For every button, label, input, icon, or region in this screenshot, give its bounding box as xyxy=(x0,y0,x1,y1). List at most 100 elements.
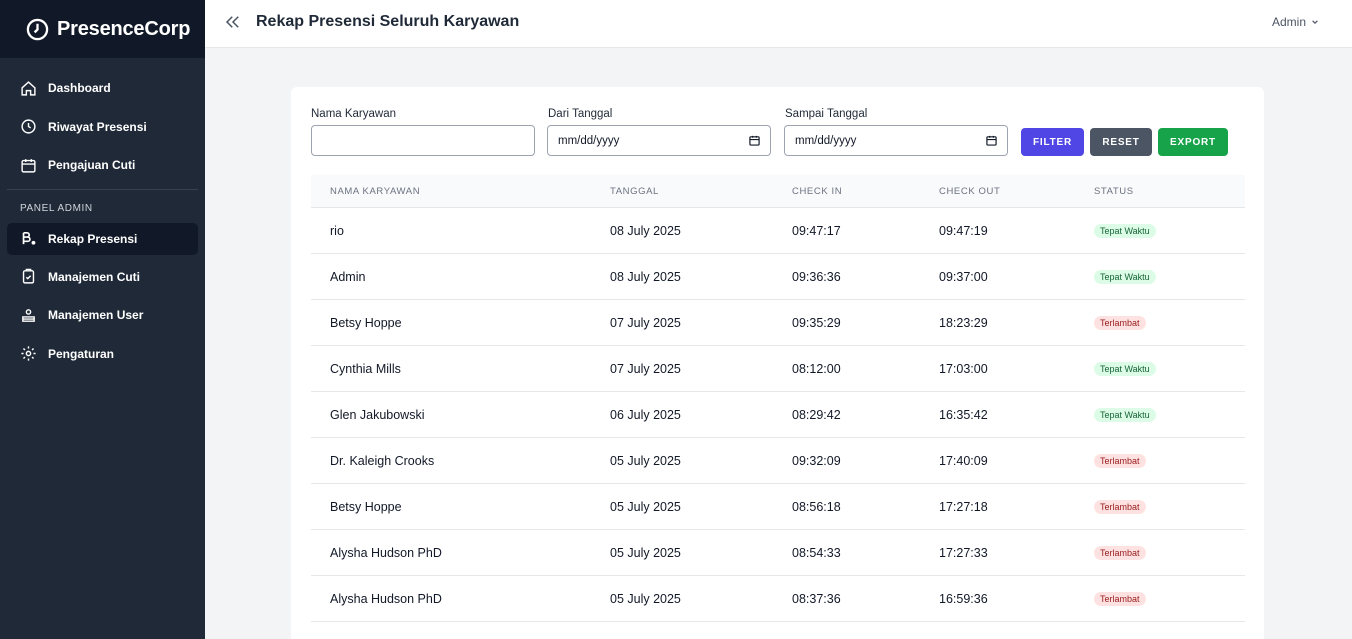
calendar-picker-icon[interactable] xyxy=(749,135,760,146)
topbar: Rekap Presensi Seluruh Karyawan Admin xyxy=(205,0,1352,48)
sidebar-section-label: PANEL ADMIN xyxy=(20,202,93,214)
column-header-check-in: CHECK IN xyxy=(792,185,843,197)
rekap-card: Nama Karyawan Dari Tanggal mm/dd/yyyy Sa… xyxy=(291,87,1264,639)
table-body: rio 08 July 2025 09:47:17 09:47:19 Tepat Wak… xyxy=(311,208,1245,622)
sidebar-item-pengajuan-cuti[interactable]: Pengajuan Cuti xyxy=(0,146,205,185)
name-filter-input[interactable] xyxy=(311,125,535,156)
cell-date: 08 July 2025 xyxy=(610,223,681,238)
cell-name: Admin xyxy=(330,269,366,284)
status-badge: Terlambat xyxy=(1094,453,1146,468)
export-button[interactable]: EXPORT xyxy=(1158,128,1228,156)
page-title: Rekap Presensi Seluruh Karyawan xyxy=(256,13,520,30)
sidebar-item-riwayat-presensi[interactable]: Riwayat Presensi xyxy=(0,108,205,147)
cell-check-out: 16:35:42 xyxy=(939,407,988,422)
sidebar-item-label: Rekap Presensi xyxy=(48,231,138,246)
cell-check-in: 08:54:33 xyxy=(792,545,841,560)
cell-check-in: 08:12:00 xyxy=(792,361,841,376)
calendar-icon xyxy=(21,158,36,173)
cell-name: Betsy Hoppe xyxy=(330,315,402,330)
status-badge: Tepat Waktu xyxy=(1094,269,1156,284)
chevron-down-icon xyxy=(1312,20,1318,25)
column-header-status: STATUS xyxy=(1094,185,1134,197)
brand[interactable]: PresenceCorp xyxy=(0,0,205,58)
cell-date: 05 July 2025 xyxy=(610,591,681,606)
to-date-input[interactable]: mm/dd/yyyy xyxy=(784,125,1008,156)
table-row: rio 08 July 2025 09:47:17 09:47:19 Tepat Wak… xyxy=(311,208,1245,254)
status-badge: Tepat Waktu xyxy=(1094,223,1156,238)
cell-check-out: 09:47:19 xyxy=(939,223,988,238)
status-badge: Terlambat xyxy=(1094,591,1146,606)
cell-name: Cynthia Mills xyxy=(330,361,401,376)
sidebar-item-label: Manajemen User xyxy=(48,308,144,323)
table-row: Alysha Hudson PhD 05 July 2025 08:54:33 17:… xyxy=(311,530,1245,576)
from-date-input[interactable]: mm/dd/yyyy xyxy=(547,125,771,156)
table-row: Betsy Hoppe 05 July 2025 08:56:18 17:27:18 T… xyxy=(311,484,1245,530)
cell-date: 05 July 2025 xyxy=(610,545,681,560)
sidebar-item-label: Manajemen Cuti xyxy=(48,269,141,284)
status-badge: Terlambat xyxy=(1094,499,1146,514)
cell-name: Alysha Hudson PhD xyxy=(330,545,442,560)
status-badge: Tepat Waktu xyxy=(1094,407,1156,422)
cell-check-out: 17:40:09 xyxy=(939,453,988,468)
cell-check-out: 17:27:33 xyxy=(939,545,988,560)
cell-check-out: 17:27:18 xyxy=(939,499,988,514)
sidebar-item-manajemen-user[interactable]: Manajemen User xyxy=(0,296,205,335)
cell-check-in: 08:37:36 xyxy=(792,591,841,606)
from-date-label: Dari Tanggal xyxy=(548,108,613,120)
table-row: Dr. Kaleigh Crooks 05 July 2025 09:32:09 17… xyxy=(311,438,1245,484)
cell-check-out: 18:23:29 xyxy=(939,315,988,330)
table-row: Alysha Hudson PhD 05 July 2025 08:37:36 16:… xyxy=(311,576,1245,622)
status-badge: Terlambat xyxy=(1094,545,1146,560)
reset-button[interactable]: RESET xyxy=(1090,128,1152,156)
gear-icon xyxy=(21,346,36,361)
column-header-date: TANGGAL xyxy=(610,185,659,197)
table-header: NAMA KARYAWAN TANGGAL CHECK IN CHECK OUT… xyxy=(311,175,1245,208)
chart-icon xyxy=(22,231,36,245)
table-row: Cynthia Mills 07 July 2025 08:12:00 17:03:0… xyxy=(311,346,1245,392)
column-header-name: NAMA KARYAWAN xyxy=(330,185,421,197)
name-filter-label: Nama Karyawan xyxy=(311,108,397,120)
sidebar: PresenceCorp Dashboard Riwayat Presensi … xyxy=(0,0,205,639)
cell-check-out: 09:37:00 xyxy=(939,269,988,284)
cell-name: Glen Jakubowski xyxy=(330,407,425,422)
user-menu[interactable]: Admin xyxy=(1272,15,1319,29)
sidebar-item-manajemen-cuti[interactable]: Manajemen Cuti xyxy=(0,258,205,297)
cell-check-in: 08:29:42 xyxy=(792,407,841,422)
cell-date: 07 July 2025 xyxy=(610,315,681,330)
cell-name: rio xyxy=(330,223,344,238)
double-chevron-left-icon[interactable] xyxy=(224,13,242,31)
clipboard-icon xyxy=(22,268,35,284)
cell-check-in: 08:56:18 xyxy=(792,499,841,514)
users-icon xyxy=(22,308,35,322)
cell-name: Betsy Hoppe xyxy=(330,499,402,514)
cell-date: 08 July 2025 xyxy=(610,269,681,284)
sidebar-item-rekap-presensi[interactable]: Rekap Presensi xyxy=(7,222,198,255)
table-row: Admin 08 July 2025 09:36:36 09:37:00 Tepat W… xyxy=(311,254,1245,300)
sidebar-item-label: Riwayat Presensi xyxy=(48,119,147,134)
attendance-table: NAMA KARYAWAN TANGGAL CHECK IN CHECK OUT… xyxy=(311,175,1245,622)
cell-check-in: 09:47:17 xyxy=(792,223,841,238)
table-row: Betsy Hoppe 07 July 2025 09:35:29 18:23:29 T… xyxy=(311,300,1245,346)
cell-date: 07 July 2025 xyxy=(610,361,681,376)
sidebar-item-dashboard[interactable]: Dashboard xyxy=(0,69,205,108)
filter-button[interactable]: FILTER xyxy=(1021,128,1084,156)
to-date-label: Sampai Tanggal xyxy=(785,108,868,120)
sidebar-nav: Dashboard Riwayat Presensi Pengajuan Cut… xyxy=(0,58,205,373)
clock-logo-icon xyxy=(26,18,49,40)
sidebar-item-pengaturan[interactable]: Pengaturan xyxy=(0,335,205,374)
from-date-value: mm/dd/yyyy xyxy=(558,134,620,147)
cell-check-out: 16:59:36 xyxy=(939,591,988,606)
cell-check-in: 09:36:36 xyxy=(792,269,841,284)
cell-name: Dr. Kaleigh Crooks xyxy=(330,453,435,468)
to-date-value: mm/dd/yyyy xyxy=(795,134,857,147)
status-badge: Terlambat xyxy=(1094,315,1146,330)
calendar-picker-icon[interactable] xyxy=(986,135,997,146)
table-row: Glen Jakubowski 06 July 2025 08:29:42 16:35… xyxy=(311,392,1245,438)
sidebar-item-label: Pengajuan Cuti xyxy=(48,158,136,173)
user-name: Admin xyxy=(1271,15,1306,29)
status-badge: Tepat Waktu xyxy=(1094,361,1156,376)
column-header-check-out: CHECK OUT xyxy=(939,185,1001,197)
home-icon xyxy=(21,80,36,96)
sidebar-item-label: Pengaturan xyxy=(48,346,115,361)
cell-date: 05 July 2025 xyxy=(610,499,681,514)
